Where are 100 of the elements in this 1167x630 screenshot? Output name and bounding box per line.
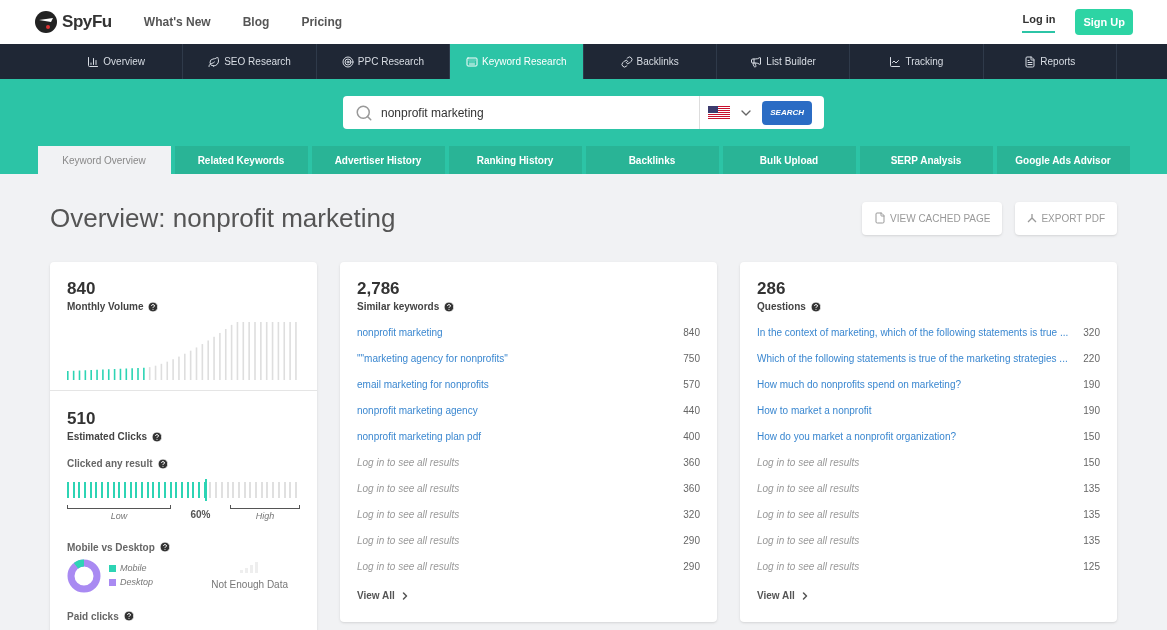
chart-bar — [265, 322, 268, 380]
keyword-link[interactable]: How do you market a nonprofit organization? — [757, 428, 956, 444]
metric-label: Similar keywords — [357, 300, 440, 314]
count-text: 400 — [683, 429, 700, 444]
sub-tab[interactable]: Google Ads Advisor — [996, 146, 1130, 174]
header-link[interactable]: Blog — [242, 13, 270, 31]
chart-bar — [236, 322, 239, 380]
chart-bar — [160, 363, 163, 380]
logo-text[interactable]: SpyFu — [62, 9, 112, 35]
sub-tab[interactable]: Related Keywords — [174, 146, 308, 174]
chart-bar — [224, 329, 227, 380]
chart-bar — [72, 370, 75, 380]
metric-value: 286 — [757, 279, 787, 299]
help-icon[interactable] — [809, 300, 822, 313]
sub-tab[interactable]: Backlinks — [585, 146, 719, 174]
chart-bar — [78, 370, 81, 380]
count-text: 320 — [683, 507, 700, 522]
header-link[interactable]: Pricing — [301, 13, 343, 31]
search-button[interactable]: SEARCH — [762, 100, 812, 125]
count-text: 125 — [1083, 559, 1100, 574]
keyword-link[interactable]: Which of the following statements is true of the marketing strategies ... — [757, 350, 1068, 366]
locked-row-text: Log in to see all results — [357, 481, 460, 496]
keyword-link[interactable]: nonprofit marketing plan pdf — [357, 428, 481, 444]
locked-row-text: Log in to see all results — [357, 455, 460, 470]
chart-bar — [230, 324, 233, 380]
chart-bar — [277, 322, 280, 380]
nav-icon — [341, 55, 354, 68]
nav-icon — [466, 55, 479, 68]
legend-label: Desktop — [120, 575, 154, 589]
locked-row-text: Log in to see all results — [357, 507, 460, 522]
nav-tab[interactable]: Keyword Research — [450, 44, 584, 79]
count-text: 360 — [683, 455, 700, 470]
pdf-icon — [1027, 213, 1038, 223]
keyword-link[interactable]: ""marketing agency for nonprofits" — [357, 350, 508, 366]
help-icon[interactable] — [156, 457, 169, 470]
nav-icon — [1024, 55, 1037, 68]
count-text: 440 — [683, 403, 700, 418]
meter-reading: 60% — [189, 508, 212, 522]
nav-icon — [87, 55, 100, 68]
chart-bar — [125, 368, 128, 380]
help-icon[interactable] — [443, 300, 456, 313]
action-button[interactable]: EXPORT PDF — [1015, 201, 1117, 235]
chart-bar — [189, 350, 192, 380]
metric-value: 2,786 — [357, 279, 401, 299]
locked-row-text: Log in to see all results — [757, 455, 860, 470]
locked-row-text: Log in to see all results — [357, 533, 460, 548]
metric-label: Monthly Volume — [67, 300, 144, 314]
sub-tab[interactable]: Keyword Overview — [37, 146, 171, 174]
count-text: 360 — [683, 481, 700, 496]
view-all-link[interactable]: View All — [357, 588, 411, 603]
count-text: 320 — [1083, 325, 1100, 340]
chart-bar — [271, 322, 274, 380]
locked-row-text: Log in to see all results — [757, 507, 860, 522]
sub-tab[interactable]: SERP Analysis — [859, 146, 993, 174]
donut-chart — [67, 558, 101, 593]
keyword-link[interactable]: email marketing for nonprofits — [357, 376, 489, 392]
count-text: 290 — [683, 533, 700, 548]
chart-bar — [195, 347, 198, 380]
help-icon[interactable] — [122, 610, 135, 622]
chart-bar — [113, 369, 116, 380]
locked-row-text: Log in to see all results — [357, 559, 460, 574]
chart-bar — [283, 322, 286, 380]
keyword-link[interactable]: How much do nonprofits spend on marketing? — [757, 376, 961, 392]
action-button[interactable]: VIEW CACHED PAGE — [862, 201, 1003, 235]
legend-label: Mobile — [120, 562, 147, 575]
nav-icon — [208, 55, 221, 68]
keyword-link[interactable]: In the context of marketing, which of the following statements is true ... — [757, 324, 1069, 340]
document-icon — [874, 212, 887, 224]
high-label: High — [255, 510, 275, 523]
keyword-link[interactable]: How to market a nonprofit — [757, 402, 872, 418]
view-all-link[interactable]: View All — [757, 588, 811, 603]
count-text: 840 — [683, 325, 700, 340]
keyword-link[interactable]: nonprofit marketing agency — [357, 402, 478, 418]
count-text: 190 — [1083, 377, 1100, 392]
count-text: 150 — [1083, 455, 1100, 470]
chart-bar — [84, 370, 87, 380]
sub-tab[interactable]: Ranking History — [448, 146, 582, 174]
metric-label: Estimated Clicks — [67, 430, 148, 444]
sub-tab[interactable]: Advertiser History — [311, 146, 445, 174]
locked-row-text: Log in to see all results — [757, 533, 860, 548]
metric-label: Questions — [757, 300, 806, 314]
count-text: 150 — [1083, 429, 1100, 444]
count-text: 570 — [683, 377, 700, 392]
search-field[interactable]: nonprofit marketing SEARCH — [343, 96, 824, 129]
keyword-link[interactable]: nonprofit marketing — [357, 324, 443, 340]
help-icon[interactable] — [158, 541, 171, 553]
locked-row-text: Log in to see all results — [757, 559, 860, 574]
help-icon[interactable] — [151, 430, 164, 443]
nav-icon — [750, 55, 763, 68]
chart-bar — [119, 368, 122, 380]
no-data-text: Not Enough Data — [211, 577, 288, 592]
count-text: 135 — [1083, 481, 1100, 496]
flag-icon — [708, 105, 731, 120]
help-icon[interactable] — [147, 300, 160, 313]
sub-tab[interactable]: Bulk Upload — [722, 146, 856, 174]
page-title: Overview: nonprofit marketing — [50, 201, 396, 235]
count-text: 290 — [683, 559, 700, 574]
header-link[interactable]: What's New — [143, 13, 211, 31]
login-link[interactable]: Log in — [1022, 10, 1056, 34]
logo-icon — [34, 10, 58, 34]
